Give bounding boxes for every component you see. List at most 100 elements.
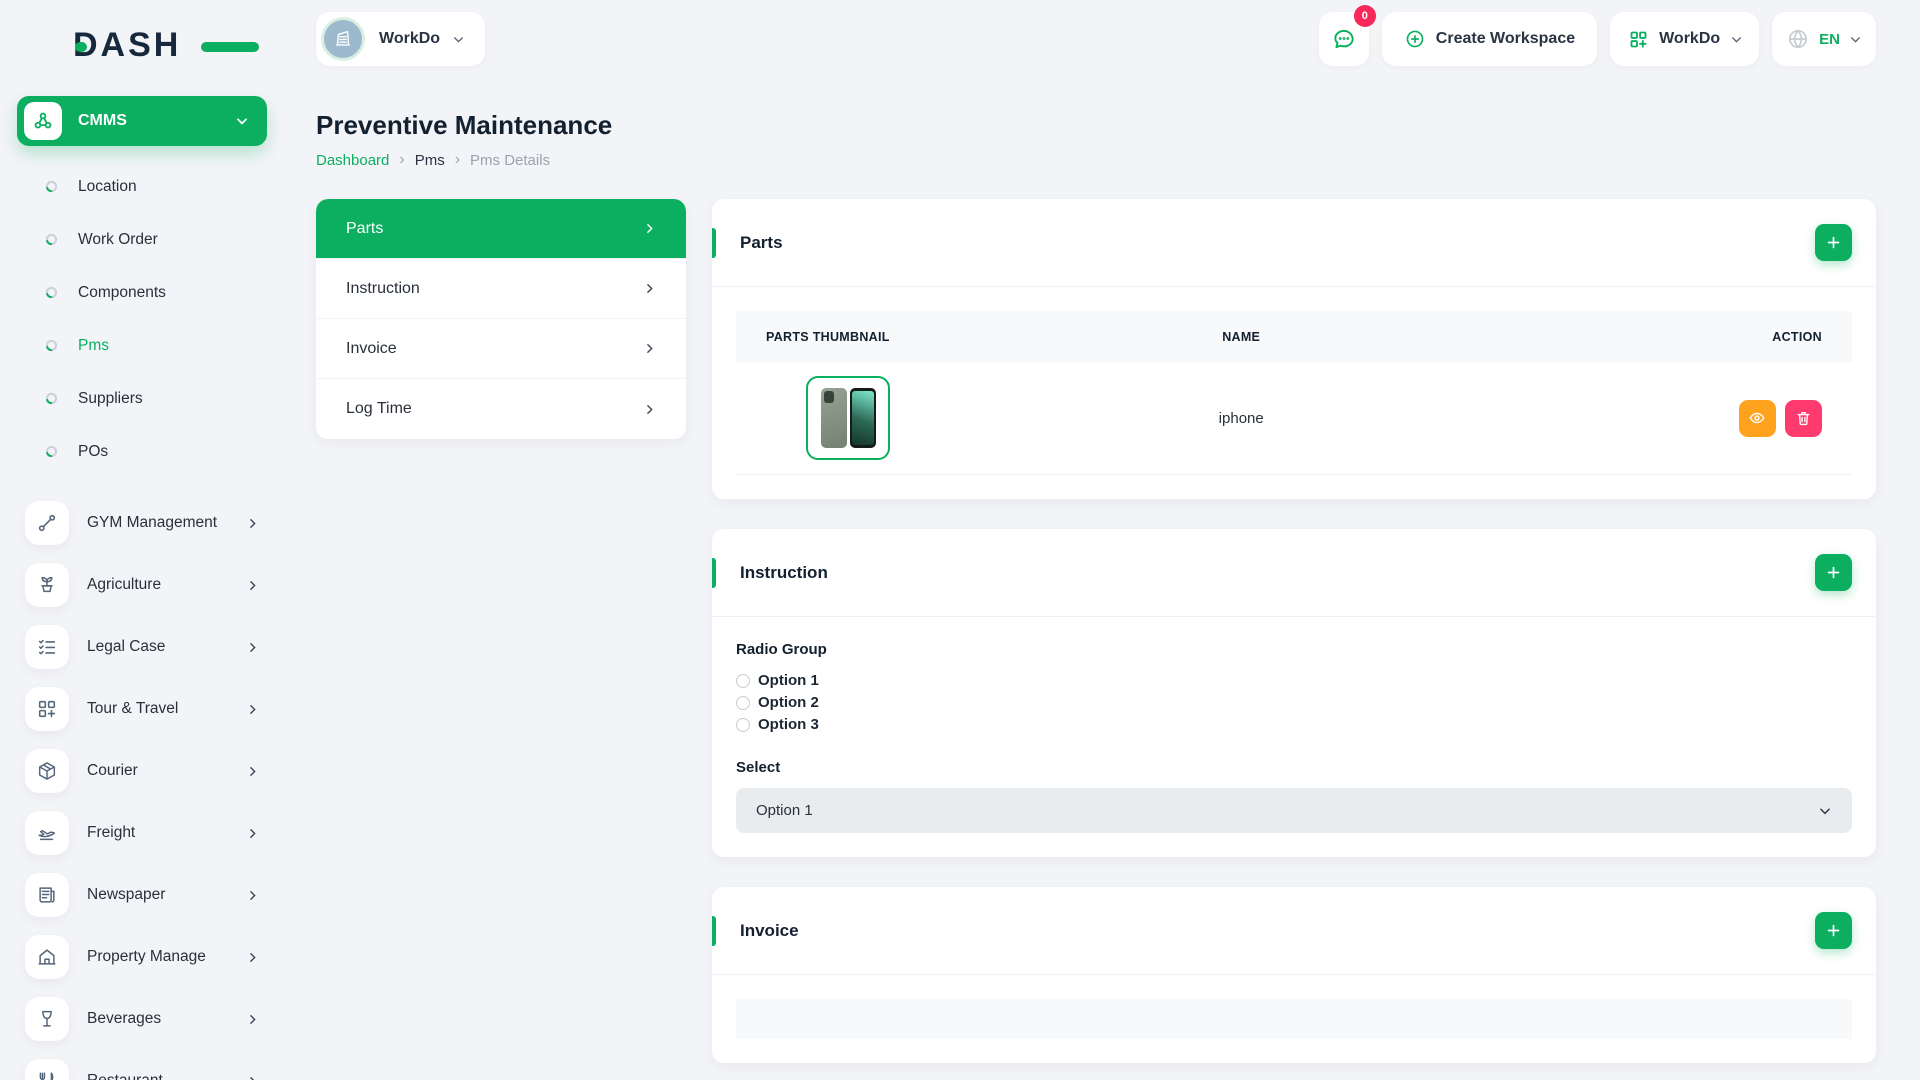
sidebar-item-label: Freight	[87, 824, 246, 842]
sidebar-item-label: Legal Case	[87, 638, 246, 656]
radio-option-2[interactable]: Option 2	[736, 694, 1852, 711]
add-instruction-button[interactable]	[1815, 554, 1852, 591]
sidebar-item-suppliers[interactable]: Suppliers	[17, 372, 285, 425]
bullet-icon	[45, 286, 58, 299]
chevron-right-icon	[246, 703, 259, 716]
sidebar-item-courier[interactable]: Courier	[17, 740, 285, 802]
language-code: EN	[1819, 31, 1840, 48]
parts-section-body: PARTS THUMBNAIL NAME ACTION	[712, 287, 1876, 499]
sidebar-item-tour-travel[interactable]: Tour & Travel	[17, 678, 285, 740]
sidebar-item-property-manage[interactable]: Property Manage	[17, 926, 285, 988]
logo-accent-dot	[75, 42, 87, 52]
delete-part-button[interactable]	[1785, 400, 1822, 437]
radio-option-3[interactable]: Option 3	[736, 716, 1852, 733]
tab-label: Instruction	[346, 280, 420, 298]
chevron-right-icon	[246, 641, 259, 654]
tab-instruction[interactable]: Instruction	[316, 259, 686, 319]
sidebar-item-label: Tour & Travel	[87, 700, 246, 718]
cutlery-icon	[25, 1059, 69, 1080]
sidebar-item-label: Newspaper	[87, 886, 246, 904]
chevron-right-icon	[246, 765, 259, 778]
sidebar-item-components[interactable]: Components	[17, 266, 285, 319]
sidebar-item-location[interactable]: Location	[17, 160, 285, 213]
messages-button[interactable]: 0	[1319, 12, 1369, 66]
section-accent-bar	[712, 558, 716, 588]
sidebar-item-freight[interactable]: Freight	[17, 802, 285, 864]
select-label: Select	[736, 759, 1852, 776]
chevron-right-icon	[643, 222, 656, 235]
sidebar-item-label: GYM Management	[87, 514, 246, 532]
instruction-section-title: Instruction	[740, 563, 828, 583]
tab-label: Parts	[346, 220, 383, 238]
instruction-section: Instruction Radio Group Option 1	[712, 529, 1876, 857]
column-header-name: NAME	[1030, 330, 1452, 344]
tab-parts[interactable]: Parts	[316, 199, 686, 259]
add-invoice-button[interactable]	[1815, 912, 1852, 949]
messages-badge: 0	[1354, 5, 1376, 27]
parts-table-header: PARTS THUMBNAIL NAME ACTION	[736, 311, 1852, 362]
detail-sections: Parts PARTS THUMBNAIL NAME ACTION	[712, 199, 1876, 1063]
breadcrumb: Dashboard › Pms › Pms Details	[316, 151, 1876, 169]
sidebar-module-cmms[interactable]: CMMS	[17, 96, 267, 146]
language-selector[interactable]: EN	[1772, 12, 1876, 66]
breadcrumb-pms[interactable]: Pms	[415, 152, 445, 169]
sidebar-item-label: POs	[78, 443, 108, 461]
chevron-down-icon	[235, 114, 249, 128]
plus-circle-icon	[1404, 28, 1426, 50]
brand-logo[interactable]: DASH	[73, 26, 243, 66]
sidebar-item-label: Components	[78, 284, 166, 302]
radio-option-1[interactable]: Option 1	[736, 672, 1852, 689]
sidebar-item-beverages[interactable]: Beverages	[17, 988, 285, 1050]
sidebar-item-label: Pms	[78, 337, 109, 355]
grid-plus-icon	[1628, 29, 1649, 50]
workspace-avatar	[321, 17, 365, 61]
chevron-right-icon	[643, 342, 656, 355]
tab-log-time[interactable]: Log Time	[316, 379, 686, 439]
main-area: WorkDo 0 Create Workspace	[285, 0, 1920, 1080]
topbar-actions: 0 Create Workspace WorkDo	[1319, 12, 1876, 66]
plant-icon	[25, 563, 69, 607]
module-menu: GYM Management Agriculture Legal Ca	[17, 492, 285, 1080]
add-part-button[interactable]	[1815, 224, 1852, 261]
dumbbell-icon	[25, 501, 69, 545]
instruction-section-header: Instruction	[712, 529, 1876, 617]
section-accent-bar	[712, 228, 716, 258]
sidebar-item-label: Beverages	[87, 1010, 246, 1028]
chevron-right-icon	[246, 951, 259, 964]
plane-icon	[25, 811, 69, 855]
workspace-label: WorkDo	[379, 30, 440, 48]
page-title: Preventive Maintenance	[316, 110, 1876, 141]
bullet-icon	[45, 339, 58, 352]
building-icon	[25, 935, 69, 979]
sidebar-item-gym-management[interactable]: GYM Management	[17, 492, 285, 554]
sidebar-item-pms[interactable]: Pms	[17, 319, 285, 372]
column-header-action: ACTION	[1452, 330, 1822, 344]
chevron-right-icon	[643, 282, 656, 295]
workspace-switcher[interactable]: WorkDo	[316, 12, 485, 66]
chevron-down-icon	[1818, 804, 1832, 818]
tab-invoice[interactable]: Invoice	[316, 319, 686, 379]
sidebar-item-agriculture[interactable]: Agriculture	[17, 554, 285, 616]
sidebar-item-label: Suppliers	[78, 390, 143, 408]
create-workspace-button[interactable]: Create Workspace	[1382, 12, 1597, 66]
column-header-thumbnail: PARTS THUMBNAIL	[766, 330, 1030, 344]
sidebar-module-cmms-label: CMMS	[78, 112, 235, 130]
chevron-right-icon	[246, 1075, 259, 1080]
part-thumbnail-image[interactable]	[806, 376, 890, 460]
package-icon	[25, 749, 69, 793]
radio-group-label: Radio Group	[736, 641, 1852, 658]
sidebar-item-legal-case[interactable]: Legal Case	[17, 616, 285, 678]
sidebar-item-label: Work Order	[78, 231, 158, 249]
invoice-table-header-partial	[736, 999, 1852, 1039]
instruction-select[interactable]: Option 1	[736, 788, 1852, 833]
bullet-icon	[45, 392, 58, 405]
breadcrumb-dashboard[interactable]: Dashboard	[316, 152, 389, 169]
sidebar-item-work-order[interactable]: Work Order	[17, 213, 285, 266]
view-part-button[interactable]	[1739, 400, 1776, 437]
sidebar-item-label: Property Manage	[87, 948, 246, 966]
chevron-right-icon	[246, 827, 259, 840]
app-switcher-button[interactable]: WorkDo	[1610, 12, 1759, 66]
sidebar-item-restaurant[interactable]: Restaurant	[17, 1050, 285, 1080]
sidebar-item-pos[interactable]: POs	[17, 425, 285, 478]
sidebar-item-newspaper[interactable]: Newspaper	[17, 864, 285, 926]
